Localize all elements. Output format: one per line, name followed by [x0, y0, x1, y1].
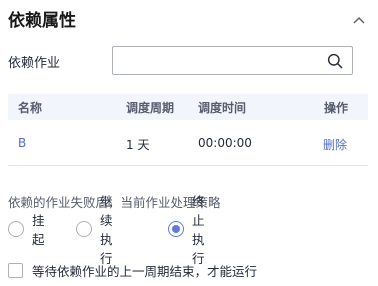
dependency-job-field[interactable] [112, 46, 353, 75]
table-row: B 1 天 00:00:00 删除 [8, 122, 368, 166]
radio-label: 挂起 [32, 213, 45, 247]
delete-link[interactable]: 删除 [323, 136, 347, 153]
table-header: 名称 调度周期 调度时间 操作 [8, 94, 368, 120]
radio-button[interactable] [8, 221, 24, 237]
schedule-period-cell: 1 天 [126, 138, 150, 152]
search-icon[interactable] [327, 53, 343, 69]
radio-continue[interactable]: 继续执行 [76, 194, 113, 266]
column-header-time: 调度时间 [198, 101, 247, 115]
radio-label: 继续执行 [100, 194, 113, 266]
schedule-time-cell: 00:00:00 [198, 136, 252, 150]
chevron-up-icon[interactable] [352, 10, 366, 24]
radio-suspend[interactable]: 挂起 [8, 213, 45, 247]
column-header-action: 操作 [324, 101, 349, 115]
radio-terminate[interactable]: 终止执行 [168, 194, 205, 266]
wait-previous-cycle-label: 等待依赖作业的上一周期结束，才能运行 [32, 263, 258, 279]
radio-label: 终止执行 [192, 194, 205, 266]
radio-button[interactable] [76, 221, 92, 237]
wait-previous-cycle-option[interactable]: 等待依赖作业的上一周期结束，才能运行 [8, 261, 257, 279]
wait-previous-cycle-checkbox[interactable] [8, 262, 23, 278]
failure-strategy-label: 依赖的作业失败后，当前作业处理策略 [8, 195, 221, 210]
column-header-period: 调度周期 [126, 101, 175, 115]
dependency-job-label: 依赖作业 [8, 56, 61, 71]
dependency-properties-panel: 依赖属性 依赖作业 名称 调度周期 调度时间 操作 B 1 天 00:00:00… [0, 0, 378, 286]
column-header-name: 名称 [18, 101, 43, 115]
job-name-link[interactable]: B [18, 136, 26, 150]
radio-button-checked[interactable] [168, 221, 184, 237]
section-title: 依赖属性 [8, 11, 76, 31]
dependency-job-input[interactable] [113, 47, 323, 74]
